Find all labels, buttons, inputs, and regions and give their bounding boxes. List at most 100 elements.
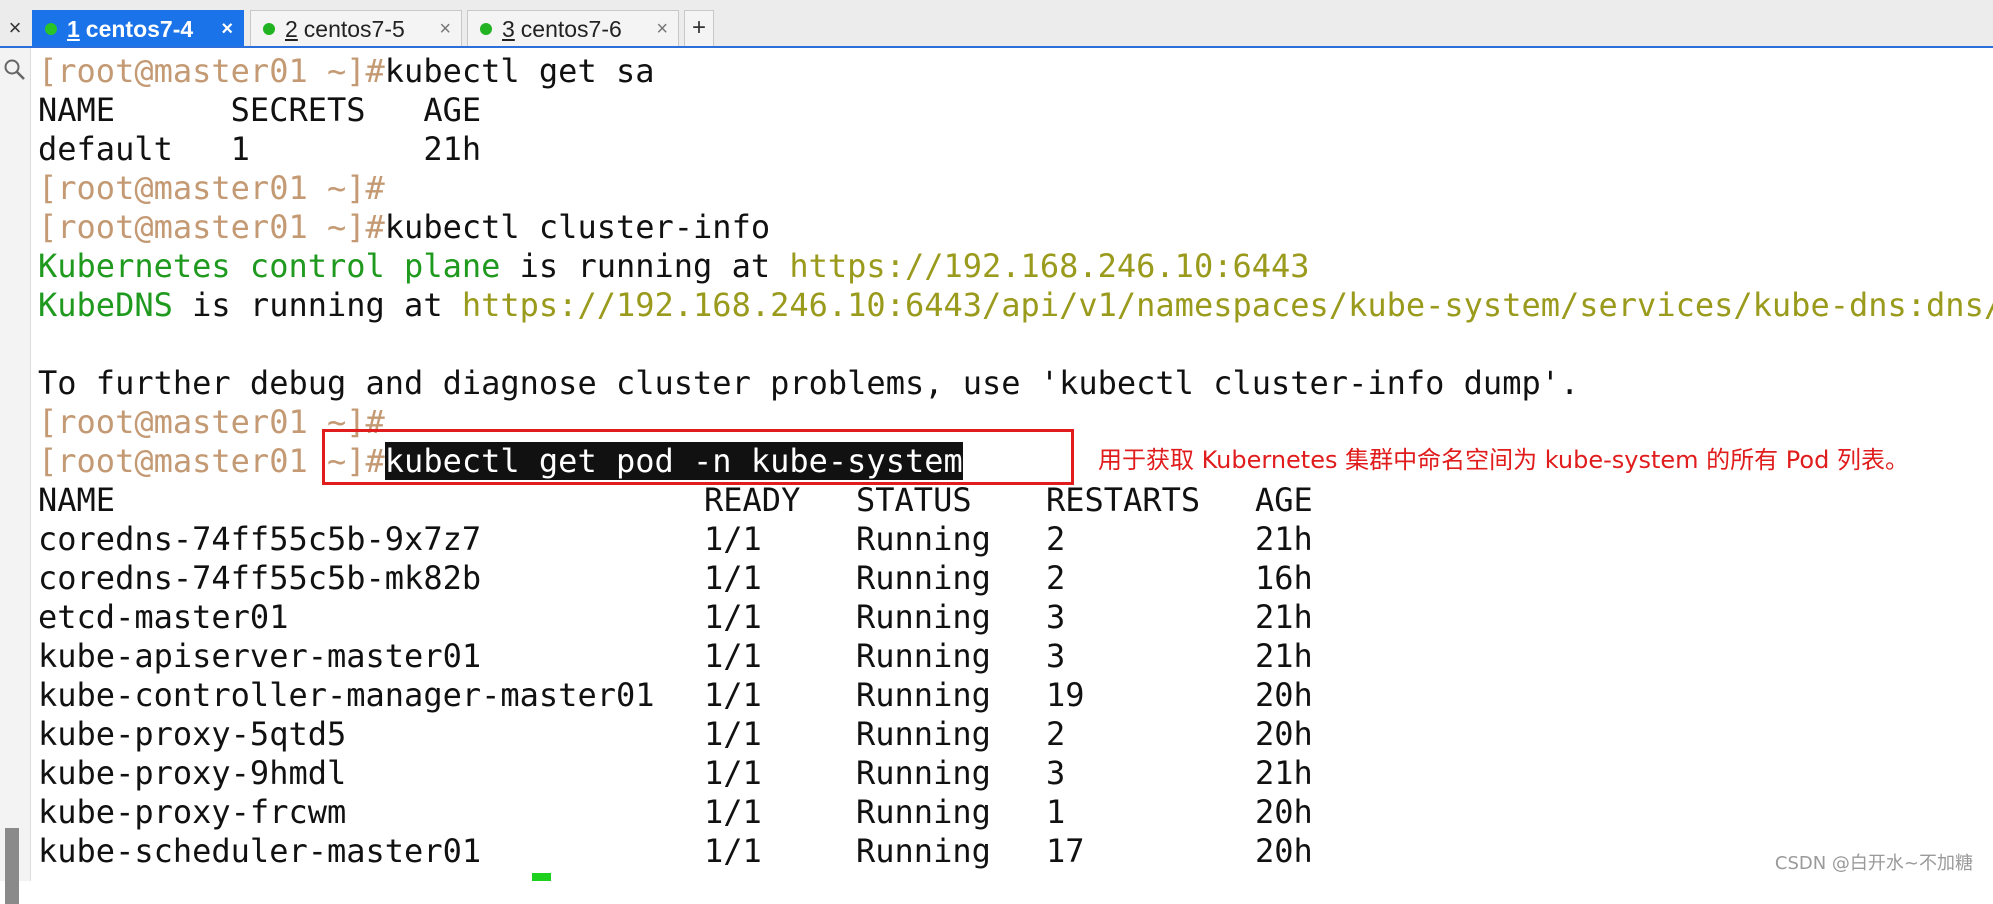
pod-age: 21h [1255, 520, 1313, 558]
kubedns-url: https://192.168.246.10:6443/api/v1/names… [461, 286, 1993, 324]
pod-age: 21h [1255, 637, 1313, 675]
pod-ready: 1/1 [704, 598, 762, 636]
control-plane-label: Kubernetes control plane [38, 247, 501, 285]
pod-restarts: 2 [1046, 559, 1066, 597]
side-gutter [0, 48, 31, 904]
pod-status: Running [856, 832, 991, 870]
kubedns-line: KubeDNS is running at https://192.168.24… [38, 286, 1993, 325]
sa-table-row: default 1 21h [38, 130, 482, 168]
pod-status: Running [856, 559, 991, 597]
sa-table-header: NAME SECRETS AGE [38, 91, 482, 129]
close-tab-icon[interactable]: × [656, 11, 668, 47]
pod-name: etcd-master01 [38, 598, 289, 636]
terminal-line: [root@master01 ~]#kubectl cluster-info [38, 208, 1993, 247]
pod-status: Running [856, 637, 991, 675]
column-header-age: AGE [1255, 481, 1313, 519]
pod-restarts: 1 [1046, 793, 1066, 831]
pod-row: kube-apiserver-master01 1/1 Running 3 21h [38, 637, 1993, 676]
pod-age: 20h [1255, 676, 1313, 714]
terminal-line: [root@master01 ~]# [38, 169, 1993, 208]
pod-restarts: 3 [1046, 637, 1066, 675]
pod-age: 20h [1255, 832, 1313, 870]
search-icon[interactable] [3, 58, 27, 82]
column-header-restarts: RESTARTS [1046, 481, 1201, 519]
pod-restarts: 2 [1046, 520, 1066, 558]
pod-ready: 1/1 [704, 676, 762, 714]
command-highlight-box [322, 429, 1074, 485]
pod-ready: 1/1 [704, 793, 762, 831]
watermark: CSDN @白开水~不加糖 [1774, 853, 1973, 874]
pod-name: kube-apiserver-master01 [38, 637, 482, 675]
pod-restarts: 2 [1046, 715, 1066, 753]
pod-row: kube-scheduler-master01 1/1 Running 17 20h [38, 832, 1993, 871]
terminal-cursor [532, 873, 551, 881]
column-header-status: STATUS [856, 481, 972, 519]
shell-prompt: [root@master01 ~]# [38, 208, 385, 246]
pod-restarts: 3 [1046, 598, 1066, 636]
tab-bar: × 1 centos7-4 × 2 centos7-5 × 3 centos7-6 ×… [0, 0, 1993, 48]
pod-row: kube-controller-manager-master01 1/1 Runni… [38, 676, 1993, 715]
column-header-ready: READY [704, 481, 801, 519]
tab-number: 3 [502, 16, 515, 42]
tab-label: centos7-6 [520, 16, 622, 42]
control-plane-url: https://192.168.246.10:6443 [789, 247, 1310, 285]
pod-ready: 1/1 [704, 637, 762, 675]
terminal-line: [root@master01 ~]#kubectl get sa [38, 52, 1993, 91]
scrollbar-thumb[interactable] [5, 828, 19, 904]
connected-status-icon [263, 22, 275, 35]
pod-ready: 1/1 [704, 715, 762, 753]
pod-status: Running [856, 754, 991, 792]
connected-status-icon [45, 22, 57, 35]
pod-ready: 1/1 [704, 832, 762, 870]
debug-hint-line: To further debug and diagnose cluster pr… [38, 364, 1580, 402]
pod-ready: 1/1 [704, 520, 762, 558]
close-all-tabs-button[interactable]: × [0, 10, 30, 46]
pod-status: Running [856, 520, 991, 558]
pod-restarts: 17 [1046, 832, 1085, 870]
pod-name: kube-proxy-9hmdl [38, 754, 347, 792]
pod-age: 21h [1255, 754, 1313, 792]
pod-restarts: 3 [1046, 754, 1066, 792]
pod-row: kube-proxy-9hmdl 1/1 Running 3 21h [38, 754, 1993, 793]
pod-name: kube-proxy-5qtd5 [38, 715, 347, 753]
pod-ready: 1/1 [704, 559, 762, 597]
control-plane-line: Kubernetes control plane is running at h… [38, 247, 1993, 286]
connected-status-icon [480, 22, 492, 35]
running-text: is running at [172, 286, 462, 324]
pod-ready: 1/1 [704, 754, 762, 792]
shell-prompt: [root@master01 ~]# [38, 52, 385, 90]
pod-row: kube-proxy-frcwm 1/1 Running 1 20h [38, 793, 1993, 832]
pod-age: 20h [1255, 715, 1313, 753]
pod-status: Running [856, 598, 991, 636]
pod-restarts: 19 [1046, 676, 1085, 714]
pod-row: kube-proxy-5qtd5 1/1 Running 2 20h [38, 715, 1993, 754]
pod-status: Running [856, 793, 991, 831]
pod-age: 20h [1255, 793, 1313, 831]
pod-row: coredns-74ff55c5b-mk82b 1/1 Running 2 16h [38, 559, 1993, 598]
pod-row: etcd-master01 1/1 Running 3 21h [38, 598, 1993, 637]
pod-table-header: NAME READY STATUS RESTARTS AGE [38, 481, 1993, 520]
close-tab-icon[interactable]: × [221, 11, 233, 47]
pod-status: Running [856, 676, 991, 714]
pod-age: 21h [1255, 598, 1313, 636]
command-text: kubectl cluster-info [384, 208, 771, 246]
tab-centos7-6[interactable]: 3 centos7-6 × [467, 10, 679, 46]
close-tab-icon[interactable]: × [439, 11, 451, 47]
pod-name: coredns-74ff55c5b-mk82b [38, 559, 482, 597]
pod-name: kube-proxy-frcwm [38, 793, 347, 831]
command-text: kubectl get sa [384, 52, 655, 90]
shell-prompt: [root@master01 ~]# [38, 169, 385, 207]
pod-status: Running [856, 715, 991, 753]
command-annotation: 用于获取 Kubernetes 集群中命名空间为 kube-system 的所有… [1098, 446, 1909, 474]
tab-number: 1 [67, 16, 80, 42]
pod-name: coredns-74ff55c5b-9x7z7 [38, 520, 482, 558]
tab-label: centos7-4 [85, 16, 194, 42]
column-header-name: NAME [38, 481, 116, 519]
tab-centos7-4[interactable]: 1 centos7-4 × [32, 10, 244, 46]
pod-age: 16h [1255, 559, 1313, 597]
new-tab-button[interactable]: + [684, 10, 714, 46]
tab-centos7-5[interactable]: 2 centos7-5 × [250, 10, 462, 46]
pod-row: coredns-74ff55c5b-9x7z7 1/1 Running 2 21h [38, 520, 1993, 559]
running-text: is running at [500, 247, 790, 285]
